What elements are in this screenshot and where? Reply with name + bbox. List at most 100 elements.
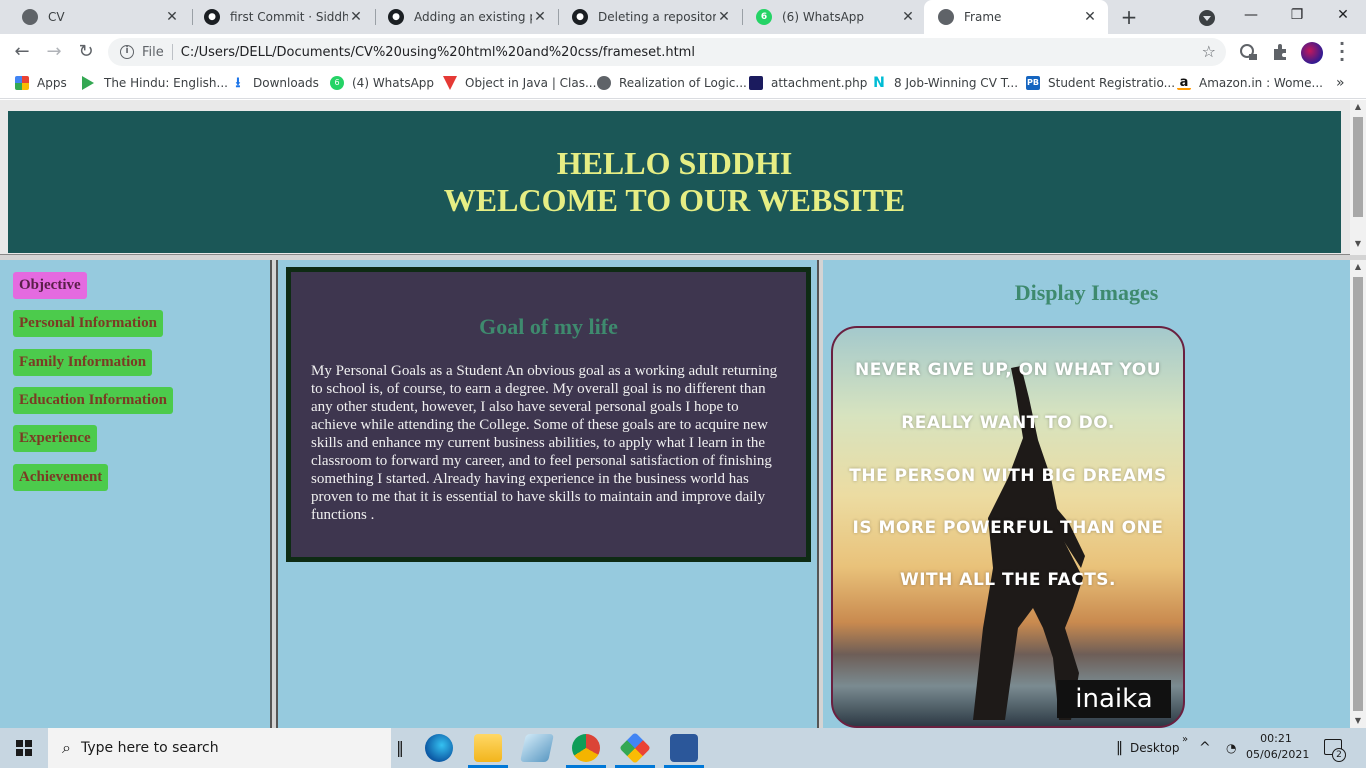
- apps-grid-icon: [15, 76, 29, 90]
- back-icon[interactable]: ←: [10, 40, 34, 64]
- show-hidden-icons-chevron-icon[interactable]: ^: [1199, 728, 1211, 768]
- tab-search-icon[interactable]: [1199, 10, 1215, 26]
- menu-kebab-icon[interactable]: · · ·: [1337, 36, 1347, 68]
- scroll-down-arrow-icon[interactable]: ▼: [1350, 714, 1366, 728]
- top-frame-scrollbar[interactable]: ▲ ▼: [1350, 100, 1366, 255]
- close-icon[interactable]: ✕: [900, 9, 916, 25]
- nav-achievement[interactable]: Achievement: [13, 464, 109, 491]
- bookmarks-overflow-button[interactable]: »: [1336, 75, 1345, 91]
- javatpoint-icon: [443, 76, 457, 90]
- search-icon: ⌕: [62, 738, 71, 757]
- scrollbar-thumb[interactable]: [1353, 117, 1363, 217]
- left-nav-frame: Objective Personal Information Family In…: [0, 260, 272, 728]
- browser-toolbar: ← → ↻ i File C:/Users/DELL/Documents/CV%…: [0, 34, 1366, 70]
- close-icon[interactable]: ✕: [348, 9, 364, 25]
- bookmark-amazon[interactable]: a Amazon.in : Wome...: [1177, 76, 1323, 90]
- extension-status-icon[interactable]: [1239, 43, 1257, 61]
- bookmark-downloads[interactable]: ⭳ Downloads: [231, 76, 319, 90]
- play-icon: [82, 76, 94, 90]
- tab-whatsapp[interactable]: 6 (6) WhatsApp ✕: [742, 0, 926, 34]
- divider: ‖: [1116, 740, 1123, 756]
- bookmark-apps[interactable]: Apps: [15, 76, 67, 90]
- globe-icon: [22, 9, 38, 25]
- scroll-down-arrow-icon[interactable]: ▼: [1350, 237, 1366, 251]
- word-icon[interactable]: [670, 734, 698, 762]
- scroll-up-arrow-icon[interactable]: ▲: [1350, 100, 1366, 114]
- quote-line: REALLY WANT TO DO.: [901, 413, 1115, 433]
- github-icon: ●: [388, 9, 404, 25]
- amazon-icon: a: [1177, 76, 1191, 90]
- bookmark-the-hindu[interactable]: The Hindu: English...: [82, 76, 228, 90]
- tab-strip: CV ✕ ● first Commit · Siddhi-1 ✕ ● Addin…: [0, 0, 1366, 34]
- whatsapp-icon: 6: [756, 9, 772, 25]
- forward-icon[interactable]: →: [42, 40, 66, 64]
- wifi-icon[interactable]: ◔: [1226, 728, 1236, 768]
- bookmark-student-registration[interactable]: PB Student Registratio...: [1026, 76, 1175, 90]
- close-icon[interactable]: ✕: [1082, 9, 1098, 25]
- windows-start-icon[interactable]: [16, 740, 32, 756]
- bookmark-object-java[interactable]: Object in Java | Clas...: [443, 76, 596, 90]
- close-icon[interactable]: ✕: [716, 9, 732, 25]
- images-frame-scrollbar[interactable]: ▲ ▼: [1350, 260, 1366, 728]
- nav-experience[interactable]: Experience: [13, 425, 97, 452]
- tab-title: (6) WhatsApp: [782, 10, 865, 24]
- inaika-watermark: inaika: [1057, 680, 1171, 718]
- extensions-puzzle-icon[interactable]: [1271, 43, 1289, 61]
- clock-date: 05/06/2021: [1246, 748, 1310, 761]
- new-tab-button[interactable]: +: [1118, 6, 1140, 28]
- tab-frame[interactable]: Frame ✕: [924, 0, 1108, 34]
- download-icon: ⭳: [235, 75, 241, 91]
- bookmark-realization-logic[interactable]: Realization of Logic...: [597, 76, 747, 90]
- globe-icon: [938, 9, 954, 25]
- page-viewport: HELLO SIDDHI WELCOME TO OUR WEBSITE ▲ ▼ …: [0, 100, 1366, 728]
- content-frame: Goal of my life My Personal Goals as a S…: [276, 260, 819, 728]
- quote-line: IS MORE POWERFUL THAN ONE: [852, 518, 1164, 538]
- chrome-icon[interactable]: [572, 734, 600, 762]
- nav-personal-information[interactable]: Personal Information: [13, 310, 163, 337]
- desktop-toolbar[interactable]: Desktop: [1130, 728, 1180, 768]
- bookmark-star-icon[interactable]: ☆: [1202, 42, 1216, 61]
- info-icon[interactable]: i: [120, 45, 134, 59]
- chevron-icon[interactable]: »: [1182, 720, 1188, 760]
- search-placeholder: Type here to search: [80, 740, 219, 756]
- nav-family-information[interactable]: Family Information: [13, 349, 153, 376]
- taskbar-search[interactable]: ⌕ Type here to search: [48, 728, 391, 768]
- edge-icon[interactable]: [425, 734, 453, 762]
- tab-title: first Commit · Siddhi-1: [230, 10, 348, 24]
- scrollbar-thumb[interactable]: [1353, 277, 1363, 711]
- close-icon[interactable]: ✕: [164, 9, 180, 25]
- bookmark-attachment[interactable]: attachment.php: [749, 76, 867, 90]
- taskbar-clock[interactable]: 00:21 05/06/2021: [1246, 731, 1310, 763]
- nav-education-information[interactable]: Education Information: [13, 387, 173, 414]
- scheme-label: File: [142, 44, 164, 60]
- doc-icon: [749, 76, 763, 90]
- task-view-icon[interactable]: ‖: [396, 728, 404, 768]
- tab-adding-existing[interactable]: ● Adding an existing pro ✕: [374, 0, 558, 34]
- header-greeting: HELLO SIDDHI: [556, 145, 793, 181]
- address-bar[interactable]: i File C:/Users/DELL/Documents/CV%20usin…: [108, 38, 1226, 66]
- reload-icon[interactable]: ↻: [74, 40, 98, 64]
- close-window-button[interactable]: ✕: [1320, 0, 1366, 30]
- tab-cv[interactable]: CV ✕: [8, 0, 190, 34]
- bookmark-cv-templates[interactable]: N 8 Job-Winning CV T...: [872, 76, 1018, 90]
- close-icon[interactable]: ✕: [532, 9, 548, 25]
- notepad-app-icon[interactable]: [520, 734, 554, 762]
- nav-objective[interactable]: Objective: [13, 272, 87, 299]
- tab-first-commit[interactable]: ● first Commit · Siddhi-1 ✕: [190, 0, 374, 34]
- profile-avatar[interactable]: [1301, 42, 1323, 64]
- motivational-quote-image: NEVER GIVE UP, ON WHAT YOU REALLY WANT T…: [831, 326, 1185, 728]
- goal-title: Goal of my life: [479, 314, 618, 339]
- scroll-up-arrow-icon[interactable]: ▲: [1350, 260, 1366, 274]
- git-app-icon[interactable]: [619, 732, 651, 764]
- file-explorer-icon[interactable]: [474, 734, 502, 762]
- pb-icon: PB: [1026, 76, 1040, 90]
- tab-title: Adding an existing pro: [414, 10, 532, 24]
- github-icon: ●: [204, 9, 220, 25]
- url-text[interactable]: C:/Users/DELL/Documents/CV%20using%20htm…: [181, 45, 695, 60]
- minimize-button[interactable]: —: [1228, 0, 1274, 30]
- bookmarks-bar: Apps The Hindu: English... ⭳ Downloads 6…: [0, 70, 1366, 99]
- restore-button[interactable]: ❐: [1274, 0, 1320, 30]
- bookmark-whatsapp[interactable]: 6 (4) WhatsApp: [330, 76, 434, 90]
- tab-title: CV: [48, 10, 65, 24]
- tab-deleting-repo[interactable]: ● Deleting a repository - ✕: [558, 0, 742, 34]
